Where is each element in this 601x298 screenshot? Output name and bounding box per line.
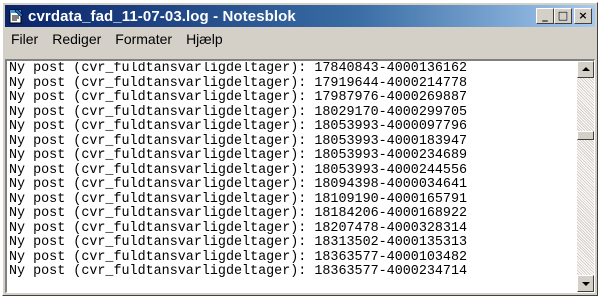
notepad-icon <box>8 8 24 24</box>
maximize-button[interactable]: □ <box>554 8 572 24</box>
text-editor[interactable]: Ny post (cvr_fuldtansvarligdeltager): 17… <box>5 59 595 293</box>
close-button[interactable]: × <box>574 8 592 24</box>
text-line: Ny post (cvr_fuldtansvarligdeltager): 18… <box>9 133 468 149</box>
document-text[interactable]: Ny post (cvr_fuldtansvarligdeltager): 17… <box>9 62 575 292</box>
text-line: Ny post (cvr_fuldtansvarligdeltager): 17… <box>9 75 468 91</box>
text-line: Ny post (cvr_fuldtansvarligdeltager): 18… <box>9 220 468 236</box>
text-line: Ny post (cvr_fuldtansvarligdeltager): 18… <box>9 206 468 221</box>
text-line: Ny post (cvr_fuldtansvarligdeltager): 18… <box>9 264 468 279</box>
text-line: Ny post (cvr_fuldtansvarligdeltager): 17… <box>9 62 468 76</box>
scroll-thumb[interactable] <box>577 131 594 140</box>
minimize-icon: _ <box>542 9 548 22</box>
notepad-window: cvrdata_fad_11-07-03.log - Notesblok _ □… <box>2 2 598 296</box>
text-line: Ny post (cvr_fuldtansvarligdeltager): 18… <box>9 177 468 192</box>
arrow-down-icon <box>582 282 590 286</box>
maximize-icon: □ <box>557 9 569 22</box>
text-line: Ny post (cvr_fuldtansvarligdeltager): 18… <box>9 104 468 120</box>
text-line: Ny post (cvr_fuldtansvarligdeltager): 18… <box>9 148 468 163</box>
text-line: Ny post (cvr_fuldtansvarligdeltager): 18… <box>9 191 468 207</box>
minimize-button[interactable]: _ <box>536 8 554 24</box>
window-title: cvrdata_fad_11-07-03.log - Notesblok <box>28 7 296 25</box>
menu-bar: Filer Rediger Formater Hjælp <box>5 29 595 49</box>
title-bar[interactable]: cvrdata_fad_11-07-03.log - Notesblok _ □… <box>5 5 595 27</box>
scroll-up-button[interactable] <box>577 61 594 78</box>
menu-item-formater[interactable]: Formater <box>109 31 178 47</box>
text-line: Ny post (cvr_fuldtansvarligdeltager): 18… <box>9 119 468 134</box>
menu-item-hjaelp[interactable]: Hjælp <box>180 31 229 47</box>
text-line: Ny post (cvr_fuldtansvarligdeltager): 18… <box>9 235 468 250</box>
vertical-scrollbar[interactable] <box>577 61 594 292</box>
text-line: Ny post (cvr_fuldtansvarligdeltager): 17… <box>9 90 468 105</box>
close-icon: × <box>578 9 588 22</box>
menu-item-rediger[interactable]: Rediger <box>46 31 107 47</box>
menu-item-filer[interactable]: Filer <box>5 31 44 47</box>
text-line: Ny post (cvr_fuldtansvarligdeltager): 18… <box>9 249 468 265</box>
scroll-down-button[interactable] <box>577 275 594 292</box>
text-line: Ny post (cvr_fuldtansvarligdeltager): 18… <box>9 162 468 178</box>
window-controls: _ □ × <box>536 8 592 24</box>
arrow-up-icon <box>582 67 590 71</box>
